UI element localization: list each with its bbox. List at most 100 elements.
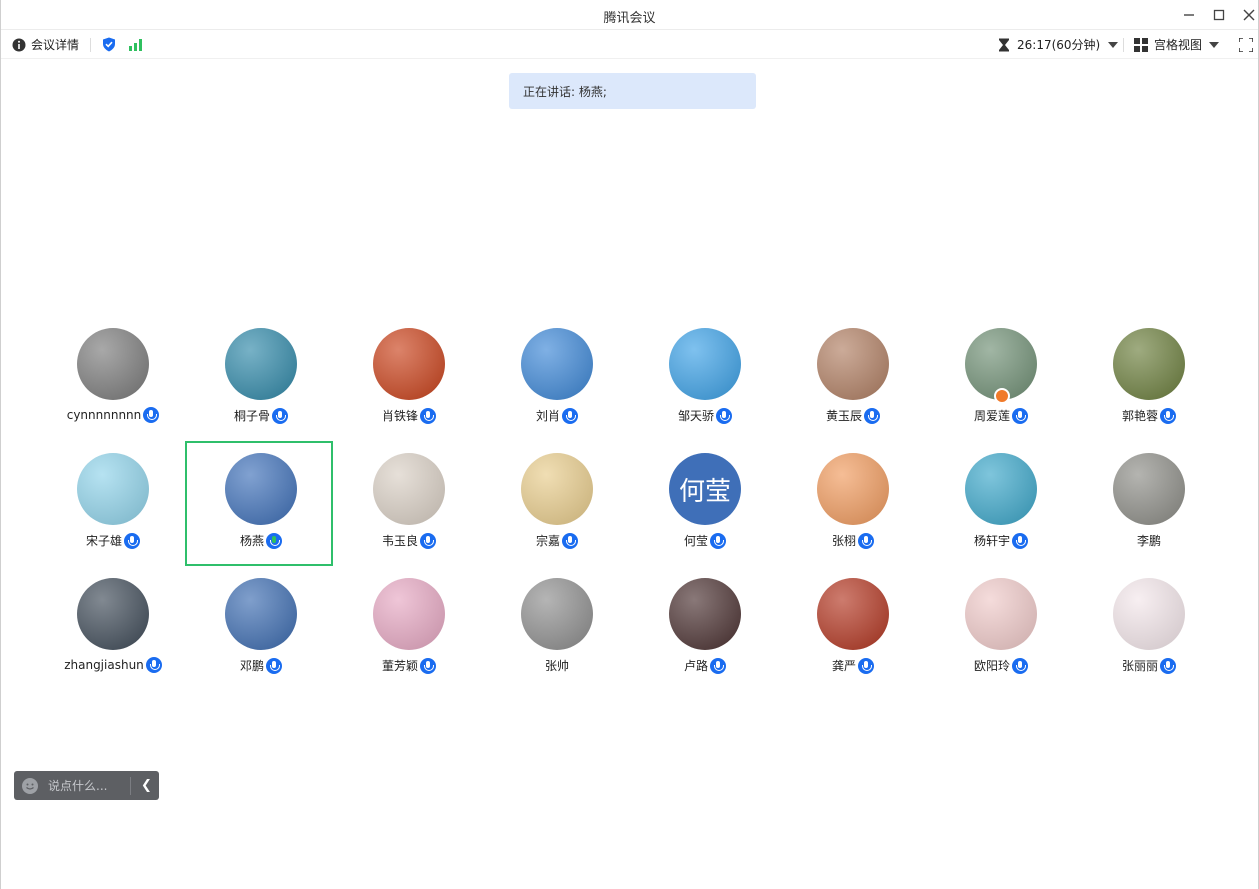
participant-tile[interactable]: 韦玉良 xyxy=(335,443,483,568)
participant-tile[interactable]: 卢路 xyxy=(631,568,779,693)
participant-tile[interactable]: 欧阳玲 xyxy=(927,568,1075,693)
participant-tile[interactable]: 黄玉辰 xyxy=(779,318,927,443)
timer-dropdown[interactable]: 26:17(60分钟) xyxy=(998,30,1119,59)
microphone-icon xyxy=(562,407,578,424)
participant-tile[interactable]: 张帅 xyxy=(483,568,631,693)
avatar xyxy=(1113,453,1185,525)
participant-tile[interactable]: 杨轩宇 xyxy=(927,443,1075,568)
microphone-icon xyxy=(1160,407,1176,424)
microphone-icon xyxy=(1012,657,1028,674)
participant-tile[interactable]: 李鹏 xyxy=(1075,443,1223,568)
participant-name: 张丽丽 xyxy=(1121,659,1158,673)
participant-tile[interactable]: 何莹 何莹 xyxy=(631,443,779,568)
participant-tile[interactable]: 邓鹏 xyxy=(187,568,335,693)
participant-tile[interactable]: 龚严 xyxy=(779,568,927,693)
participant-name-row: 邓鹏 xyxy=(187,657,335,674)
participant-tile[interactable]: 桐子骨 xyxy=(187,318,335,443)
fullscreen-button[interactable] xyxy=(1239,30,1253,59)
close-button[interactable] xyxy=(1238,4,1259,26)
view-mode-dropdown[interactable]: 宫格视图 xyxy=(1134,30,1220,59)
participant-name-row: 杨燕 xyxy=(187,532,335,549)
participant-name-row: 董芳颖 xyxy=(335,657,483,674)
participant-name-row: 宋子雄 xyxy=(39,532,187,549)
maximize-button[interactable] xyxy=(1208,4,1230,26)
meeting-info-label: 会议详情 xyxy=(31,38,80,52)
microphone-icon xyxy=(420,532,436,549)
microphone-icon xyxy=(1160,657,1176,674)
participant-name-row: 龚严 xyxy=(779,657,927,674)
participant-name: 杨轩宇 xyxy=(973,534,1010,548)
toolbar-divider xyxy=(90,38,91,52)
avatar xyxy=(225,578,297,650)
participant-tile[interactable]: 肖铁锋 xyxy=(335,318,483,443)
microphone-icon xyxy=(124,532,140,549)
microphone-icon xyxy=(272,407,288,424)
participant-name-row: 杨轩宇 xyxy=(927,532,1075,549)
participant-name: cynnnnnnnn xyxy=(66,408,142,422)
security-button[interactable] xyxy=(102,30,116,59)
participant-name: 龚严 xyxy=(831,659,856,673)
meeting-window: 腾讯会议 会议详情 26:17(60分钟) 宫格视图 正在讲话: 杨燕; cyn… xyxy=(0,0,1259,889)
emoji-icon[interactable] xyxy=(22,777,38,794)
chat-input-bar[interactable]: 说点什么... ❮ xyxy=(14,771,159,800)
avatar xyxy=(77,328,149,400)
participant-name-row: 韦玉良 xyxy=(335,532,483,549)
participant-name: 刘肖 xyxy=(535,409,560,423)
microphone-icon xyxy=(864,407,880,424)
participant-tile[interactable]: 张栩 xyxy=(779,443,927,568)
participant-name: 张栩 xyxy=(831,534,856,548)
participant-name: 欧阳玲 xyxy=(973,659,1010,673)
participant-tile[interactable]: 杨燕 xyxy=(185,441,333,566)
participant-name: 邹天骄 xyxy=(677,409,714,423)
microphone-icon xyxy=(710,657,726,674)
participant-name-row: 宗嘉 xyxy=(483,532,631,549)
signal-icon xyxy=(129,38,142,51)
participant-name-row: 刘肖 xyxy=(483,407,631,424)
grid-view-icon xyxy=(1134,37,1148,52)
avatar xyxy=(373,328,445,400)
chat-placeholder[interactable]: 说点什么... xyxy=(48,777,122,794)
network-status[interactable] xyxy=(129,30,143,59)
participant-name: 郭艳蓉 xyxy=(1121,409,1158,423)
participant-name: 卢路 xyxy=(683,659,708,673)
participant-tile[interactable]: 董芳颖 xyxy=(335,568,483,693)
participant-name: 张帅 xyxy=(544,659,569,673)
view-mode-label: 宫格视图 xyxy=(1154,38,1203,52)
participant-tile[interactable]: 宋子雄 xyxy=(39,443,187,568)
participant-name: 邓鹏 xyxy=(239,659,264,673)
participant-name: 肖铁锋 xyxy=(381,409,418,423)
meeting-info-button[interactable]: 会议详情 xyxy=(12,30,79,59)
participant-name: 杨燕 xyxy=(239,534,264,548)
avatar xyxy=(225,328,297,400)
microphone-icon xyxy=(145,657,162,673)
speaking-banner: 正在讲话: 杨燕; xyxy=(509,73,756,109)
participant-tile[interactable]: 张丽丽 xyxy=(1075,568,1223,693)
avatar xyxy=(965,578,1037,650)
participant-tile[interactable]: zhangjiashun xyxy=(39,568,187,693)
participant-name-row: 周爱莲 xyxy=(927,407,1075,424)
participant-name-row: 卢路 xyxy=(631,657,779,674)
participant-name-row: 张帅 xyxy=(483,657,631,674)
avatar xyxy=(77,453,149,525)
participant-tile[interactable]: cynnnnnnnn xyxy=(39,318,187,443)
participant-name: 韦玉良 xyxy=(381,534,418,548)
avatar xyxy=(817,578,889,650)
participant-tile[interactable]: 邹天骄 xyxy=(631,318,779,443)
microphone-icon xyxy=(858,532,874,549)
avatar: 何莹 xyxy=(669,453,741,525)
participant-tile[interactable]: 郭艳蓉 xyxy=(1075,318,1223,443)
participant-tile[interactable]: 刘肖 xyxy=(483,318,631,443)
participant-name-row: 肖铁锋 xyxy=(335,407,483,424)
avatar xyxy=(77,578,149,650)
participant-name: 宋子雄 xyxy=(85,534,122,548)
microphone-icon xyxy=(858,657,874,674)
participant-tile[interactable]: 宗嘉 xyxy=(483,443,631,568)
avatar xyxy=(669,328,741,400)
avatar xyxy=(225,453,297,525)
maximize-icon xyxy=(1213,9,1225,21)
participant-tile[interactable]: 周爱莲 xyxy=(927,318,1075,443)
window-title: 腾讯会议 xyxy=(603,11,656,26)
minimize-button[interactable] xyxy=(1178,4,1200,26)
minimize-icon xyxy=(1184,14,1194,16)
chevron-left-icon[interactable]: ❮ xyxy=(141,778,152,793)
